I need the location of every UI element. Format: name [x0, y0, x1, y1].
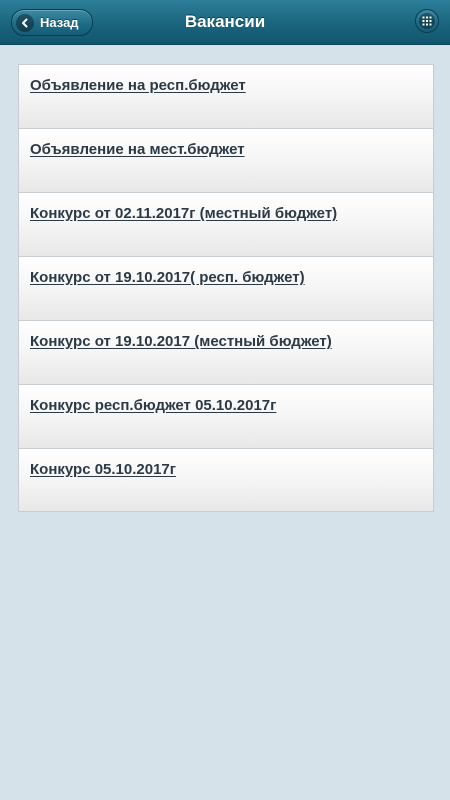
- back-button-label: Назад: [40, 15, 79, 30]
- vacancy-link[interactable]: Конкурс от 19.10.2017 (местный бюджет): [30, 333, 332, 350]
- vacancy-link[interactable]: Объявление на мест.бюджет: [30, 141, 245, 158]
- list-item[interactable]: Объявление на респ.бюджет: [19, 65, 433, 129]
- vacancy-link[interactable]: Конкурс 05.10.2017г: [30, 461, 176, 478]
- vacancy-link[interactable]: Объявление на респ.бюджет: [30, 77, 246, 94]
- back-button[interactable]: Назад: [11, 9, 93, 36]
- list-item[interactable]: Конкурс от 02.11.2017г (местный бюджет): [19, 193, 433, 257]
- vacancy-link[interactable]: Конкурс респ.бюджет 05.10.2017г: [30, 397, 276, 414]
- header-bar: Назад Вакансии: [0, 0, 450, 45]
- vacancy-link[interactable]: Конкурс от 02.11.2017г (местный бюджет): [30, 205, 337, 222]
- list-item[interactable]: Конкурс от 19.10.2017( респ. бюджет): [19, 257, 433, 321]
- chevron-left-icon: [16, 13, 34, 32]
- list-item[interactable]: Конкурс респ.бюджет 05.10.2017г: [19, 385, 433, 449]
- list-item[interactable]: Конкурс 05.10.2017г: [19, 449, 433, 511]
- menu-button[interactable]: [415, 9, 439, 33]
- vacancy-list: Объявление на респ.бюджет Объявление на …: [18, 64, 434, 512]
- list-item[interactable]: Объявление на мест.бюджет: [19, 129, 433, 193]
- app-screen: Назад Вакансии Объявление на респ.бюджет…: [0, 0, 450, 800]
- grid-icon: [419, 13, 435, 29]
- list-item[interactable]: Конкурс от 19.10.2017 (местный бюджет): [19, 321, 433, 385]
- vacancy-link[interactable]: Конкурс от 19.10.2017( респ. бюджет): [30, 269, 305, 286]
